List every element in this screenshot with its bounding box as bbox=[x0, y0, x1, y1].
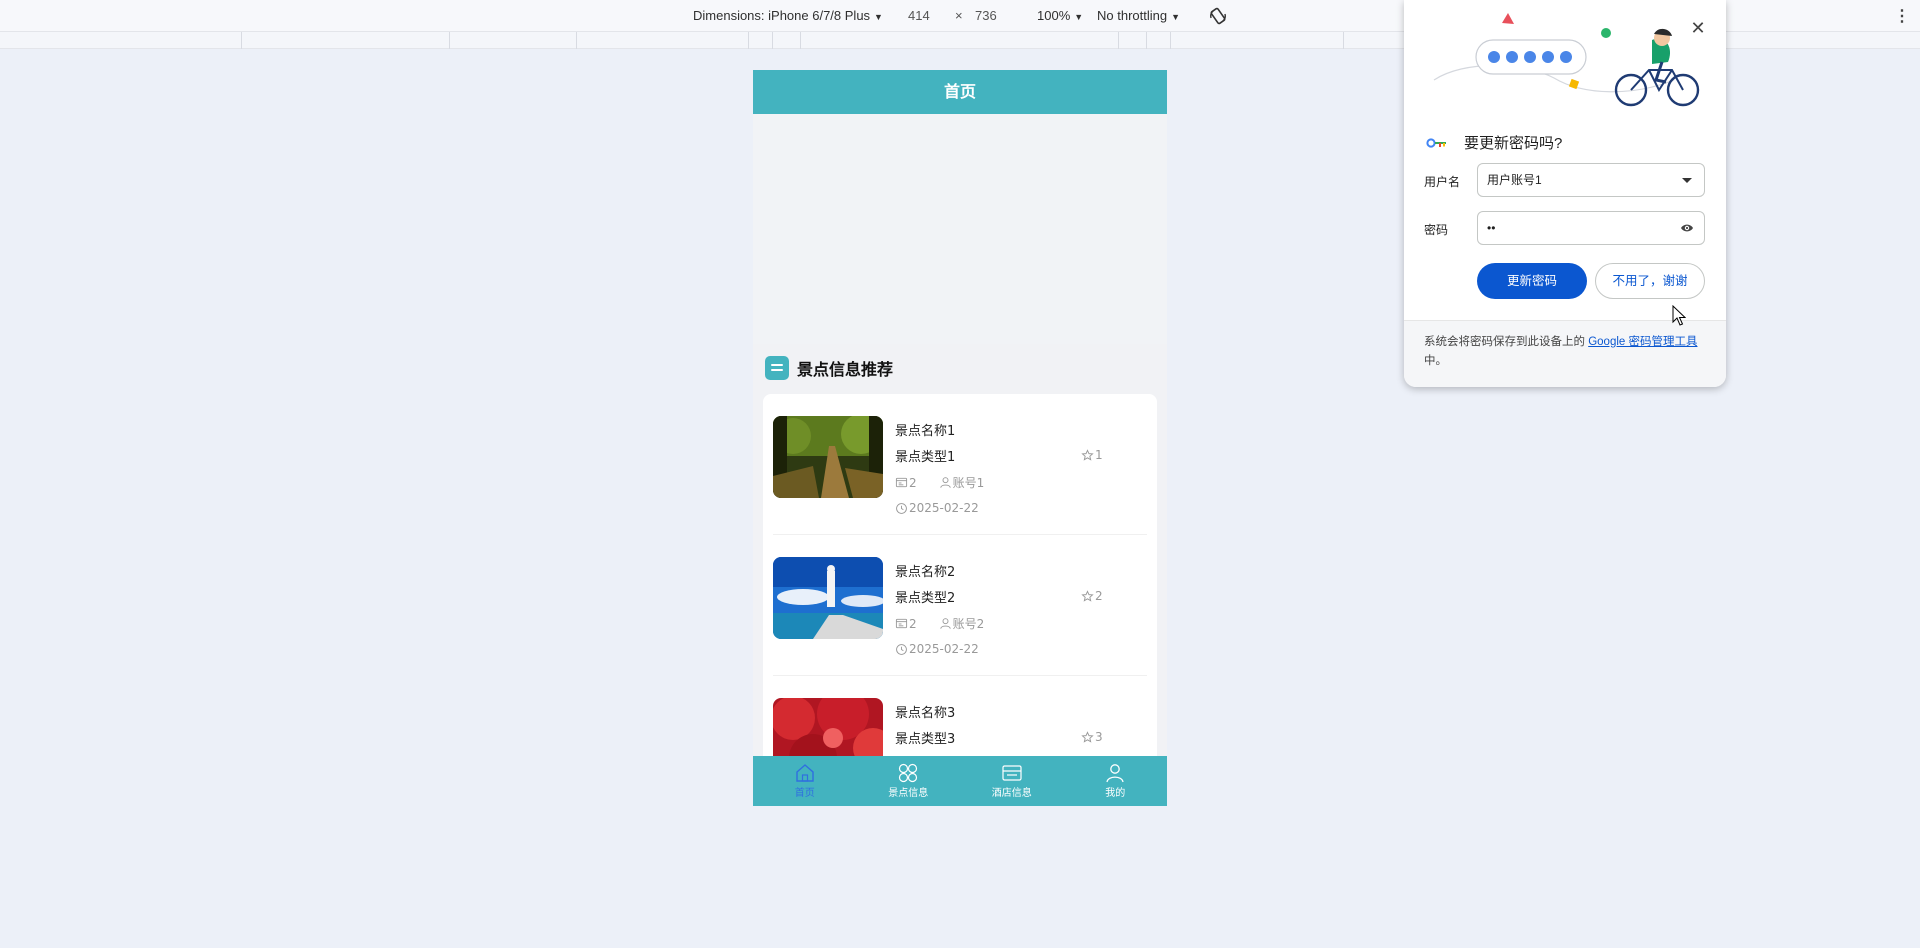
tab-spots[interactable]: 景点信息 bbox=[857, 756, 961, 806]
spot-name: 景点名称1 bbox=[895, 424, 956, 439]
rotate-icon[interactable] bbox=[1208, 6, 1228, 26]
spot-type: 景点类型3 bbox=[895, 732, 956, 747]
list-icon bbox=[765, 356, 789, 380]
device-select[interactable]: Dimensions: iPhone 6/7/8 Plus ▼ bbox=[693, 8, 883, 23]
page-title: 首页 bbox=[753, 70, 1167, 114]
password-manager-link[interactable]: Google 密码管理工具 bbox=[1588, 336, 1697, 348]
times-sign: × bbox=[955, 8, 963, 23]
bottom-tabbar: 首页 景点信息 酒店信息 我的 bbox=[753, 756, 1167, 806]
chevron-down-icon: ▼ bbox=[1171, 12, 1181, 22]
popup-title: 要更新密码吗? bbox=[1464, 135, 1563, 152]
home-icon bbox=[796, 764, 814, 782]
phone-viewport: 首页 景点信息推荐 景点名称1 景点类型1 1 2 账号1 2025-02-22 bbox=[753, 70, 1167, 806]
username-label: 用户名 bbox=[1424, 175, 1461, 189]
star-icon bbox=[1081, 448, 1094, 461]
banner-area bbox=[753, 114, 1167, 344]
section-header: 景点信息推荐 bbox=[765, 356, 893, 380]
password-label: 密码 bbox=[1424, 223, 1449, 237]
favorite-count[interactable]: 1 bbox=[1081, 448, 1103, 462]
favorite-count[interactable]: 2 bbox=[1081, 589, 1103, 603]
user-icon bbox=[939, 477, 951, 488]
height-input[interactable]: 736 bbox=[975, 8, 997, 23]
password-field[interactable]: •• bbox=[1477, 211, 1705, 245]
spot-date: 2025-02-22 bbox=[895, 642, 979, 656]
favorite-count[interactable]: 3 bbox=[1081, 730, 1103, 744]
update-password-button[interactable]: 更新密码 bbox=[1477, 263, 1587, 299]
eye-icon[interactable] bbox=[1680, 222, 1694, 234]
spot-thumbnail bbox=[773, 416, 883, 498]
star-icon bbox=[1081, 589, 1094, 602]
more-options-icon[interactable]: ⋮ bbox=[1894, 6, 1910, 26]
chevron-down-icon: ▼ bbox=[1074, 12, 1084, 22]
spot-meta: 2 账号2 bbox=[895, 615, 984, 632]
clock-icon bbox=[896, 502, 907, 514]
spot-type: 景点类型1 bbox=[895, 450, 956, 465]
star-icon bbox=[1081, 730, 1094, 743]
tab-home[interactable]: 首页 bbox=[753, 756, 857, 806]
grid-icon bbox=[899, 763, 918, 783]
spot-thumbnail bbox=[773, 557, 883, 639]
chevron-down-icon: ▼ bbox=[874, 12, 883, 22]
section-title: 景点信息推荐 bbox=[797, 360, 894, 379]
user-icon bbox=[939, 618, 951, 629]
mouse-cursor bbox=[1672, 305, 1686, 326]
tab-profile[interactable]: 我的 bbox=[1064, 756, 1168, 806]
password-update-popup: ✕ 要更新密码吗? 用户名 用户账号1 密码 •• 更新密码 不用了，谢谢 系统… bbox=[1404, 0, 1726, 387]
spot-name: 景点名称3 bbox=[895, 706, 956, 721]
chevron-down-icon bbox=[1682, 178, 1692, 183]
views-icon bbox=[895, 618, 908, 629]
tab-hotels[interactable]: 酒店信息 bbox=[960, 756, 1064, 806]
spot-meta: 2 账号1 bbox=[895, 474, 984, 491]
clock-icon bbox=[896, 643, 907, 655]
width-input[interactable]: 414 bbox=[908, 8, 930, 23]
close-icon[interactable]: ✕ bbox=[1686, 16, 1710, 40]
popup-footer: 系统会将密码保存到此设备上的 Google 密码管理工具中。 bbox=[1404, 320, 1726, 387]
password-illustration bbox=[1404, 0, 1726, 116]
spot-name: 景点名称2 bbox=[895, 565, 956, 580]
spot-date: 2025-02-22 bbox=[895, 501, 979, 515]
list-item[interactable]: 景点名称1 景点类型1 1 2 账号1 2025-02-22 bbox=[763, 394, 1157, 535]
views-icon bbox=[895, 477, 908, 488]
throttling-select[interactable]: No throttling ▼ bbox=[1097, 8, 1180, 23]
zoom-select[interactable]: 100% ▼ bbox=[1037, 8, 1083, 23]
popup-header: 要更新密码吗? bbox=[1426, 132, 1562, 153]
hotel-icon bbox=[1002, 765, 1022, 781]
list-item[interactable]: 景点名称2 景点类型2 2 2 账号2 2025-02-22 bbox=[763, 535, 1157, 676]
spot-list: 景点名称1 景点类型1 1 2 账号1 2025-02-22 景点名称2 景点类… bbox=[763, 394, 1157, 806]
decline-button[interactable]: 不用了，谢谢 bbox=[1595, 263, 1705, 299]
user-icon bbox=[1106, 764, 1124, 783]
username-select[interactable]: 用户账号1 bbox=[1477, 163, 1705, 197]
key-icon bbox=[1426, 137, 1446, 148]
footer-text: 系统会将密码保存到此设备上的 Google 密码管理工具中。 bbox=[1424, 336, 1698, 367]
spot-type: 景点类型2 bbox=[895, 591, 956, 606]
